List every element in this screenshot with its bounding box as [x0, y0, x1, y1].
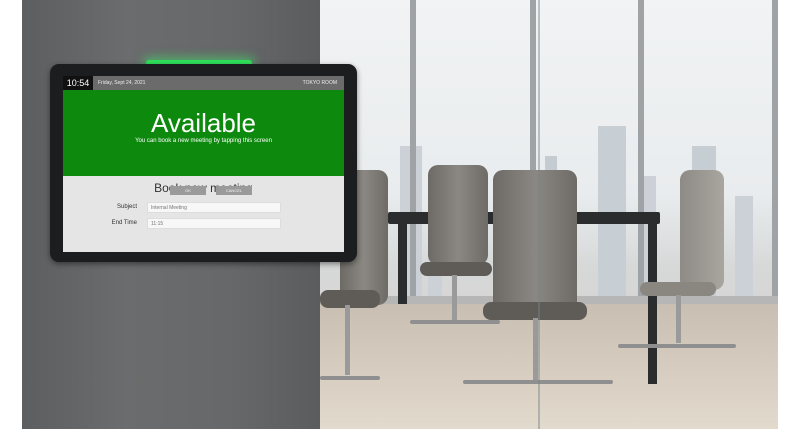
availability-title: Available — [150, 108, 257, 138]
availability-panel[interactable]: Available You can book a new meeting by … — [63, 90, 344, 176]
cancel-button[interactable]: CANCEL — [216, 186, 252, 195]
room-name: TOKYO ROOM — [302, 80, 337, 86]
room-display-device: 10:54 Friday, Sept 24, 2021 TOKYO ROOM A… — [50, 64, 357, 262]
date-label: Friday, Sept 24, 2021 — [98, 80, 146, 86]
floor — [320, 304, 778, 429]
availability-subtitle: You can book a new meeting by tapping th… — [135, 138, 272, 144]
subject-input[interactable] — [147, 202, 281, 213]
clock: 10:54 — [63, 76, 93, 90]
subject-label: Subject — [116, 204, 137, 210]
end-time-input[interactable] — [147, 218, 281, 229]
end-time-label: End Time — [111, 220, 137, 226]
touch-screen[interactable]: 10:54 Friday, Sept 24, 2021 TOKYO ROOM A… — [63, 76, 344, 252]
status-bar: 10:54 Friday, Sept 24, 2021 TOKYO ROOM — [63, 76, 344, 90]
ok-button[interactable]: OK — [170, 186, 206, 195]
